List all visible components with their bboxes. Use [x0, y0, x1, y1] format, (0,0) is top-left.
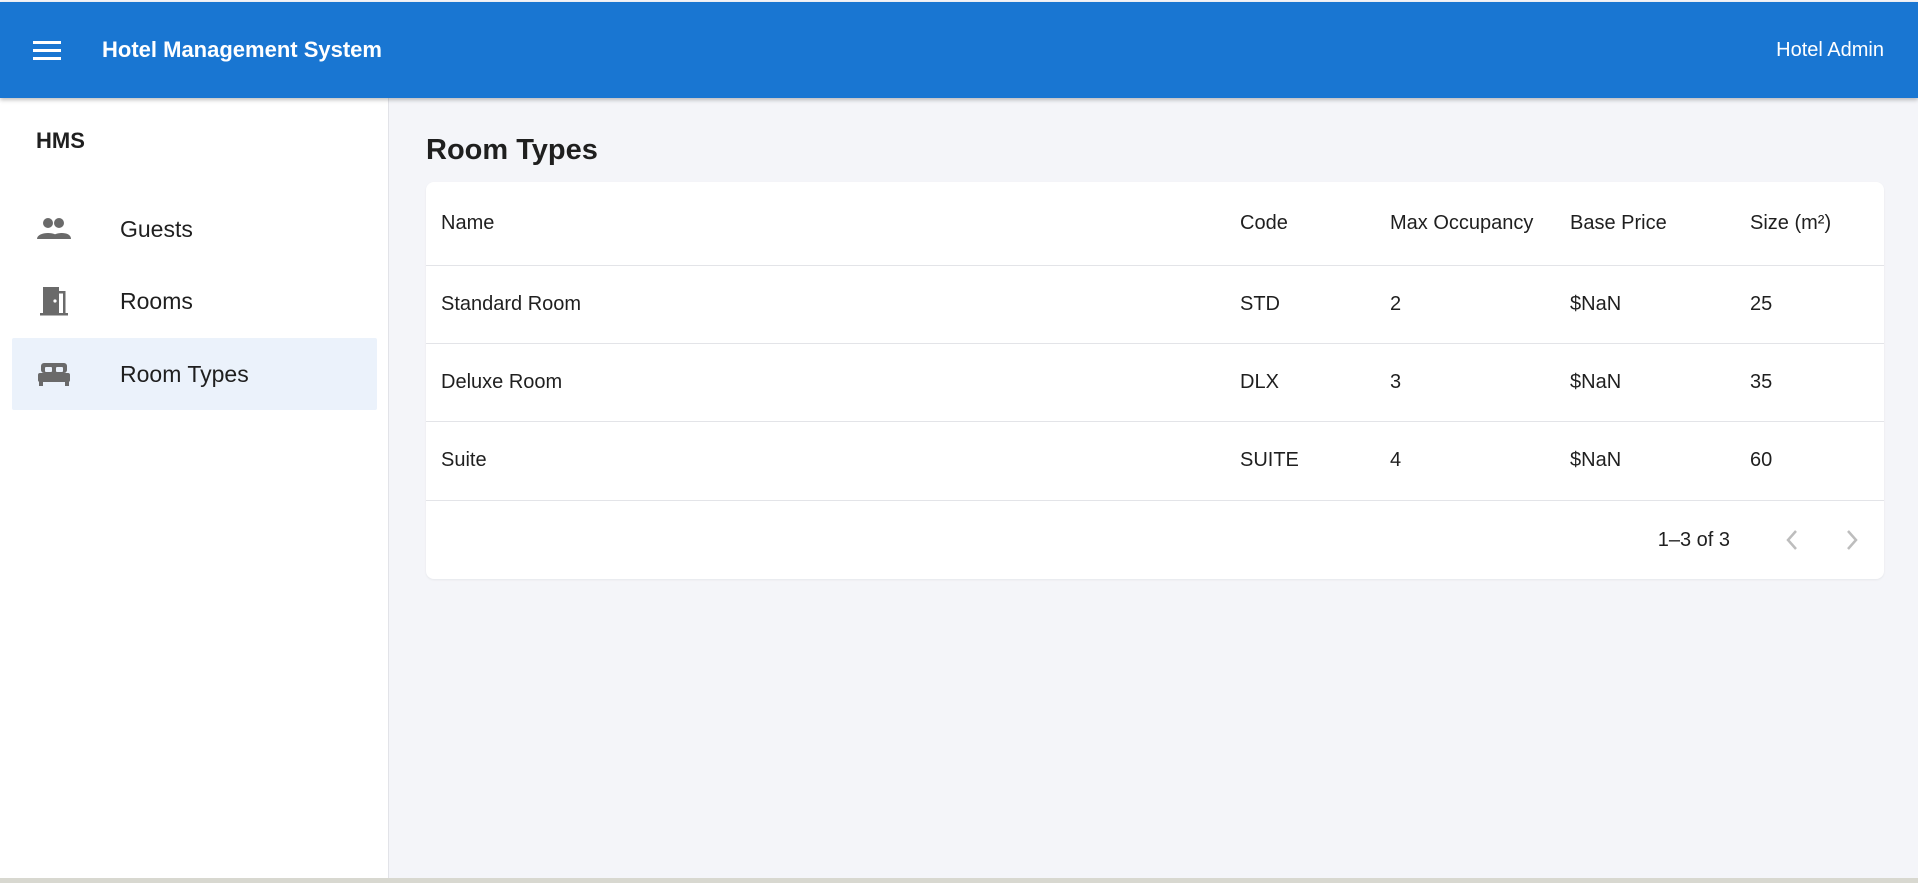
sidebar: HMS Guests Rooms Room Types [0, 98, 389, 878]
cell-base-price: $NaN [1570, 370, 1622, 393]
sidebar-item-room-types[interactable]: Room Types [12, 338, 377, 410]
pagination: 1–3 of 3 [426, 500, 1884, 579]
app-bar: Hotel Management System Hotel Admin [0, 2, 1918, 98]
cell-size: 60 [1750, 448, 1773, 471]
table-header-row: Name Code Max Occupancy Base Price Size … [426, 182, 1884, 265]
cell-size: 35 [1750, 370, 1773, 393]
user-label[interactable]: Hotel Admin [1776, 39, 1884, 62]
page-title: Room Types [426, 134, 598, 166]
cell-code: DLX [1240, 370, 1279, 393]
column-header-name[interactable]: Name [426, 182, 1225, 265]
table-row[interactable]: Deluxe Room DLX 3 $NaN 35 [426, 343, 1884, 421]
sidebar-item-rooms[interactable]: Rooms [12, 265, 377, 337]
prev-page-button[interactable] [1770, 518, 1814, 562]
pagination-range: 1–3 of 3 [1657, 528, 1730, 551]
sidebar-item-label: Guests [120, 215, 193, 242]
cell-max-occupancy: 4 [1390, 448, 1402, 471]
bed-icon [36, 356, 72, 392]
sidebar-item-label: Room Types [120, 360, 249, 387]
cell-size: 25 [1750, 292, 1773, 315]
column-header-size[interactable]: Size (m²) [1735, 182, 1884, 265]
column-header-code[interactable]: Code [1225, 182, 1375, 265]
table-row[interactable]: Suite SUITE 4 $NaN 60 [426, 421, 1884, 499]
room-types-table-card: Name Code Max Occupancy Base Price Size … [426, 182, 1884, 579]
column-header-max-occupancy[interactable]: Max Occupancy [1375, 182, 1555, 265]
cell-max-occupancy: 2 [1390, 292, 1402, 315]
window-bottom-edge [0, 878, 1918, 883]
app-title: Hotel Management System [102, 37, 382, 62]
chevron-right-icon [1847, 530, 1858, 550]
table-row[interactable]: Standard Room STD 2 $NaN 25 [426, 265, 1884, 343]
cell-name: Suite [441, 448, 487, 471]
room-types-table: Name Code Max Occupancy Base Price Size … [426, 182, 1884, 499]
cell-code: SUITE [1240, 448, 1299, 471]
sidebar-brand: HMS [36, 128, 85, 153]
cell-name: Standard Room [441, 292, 582, 315]
cell-base-price: $NaN [1570, 292, 1622, 315]
chevron-left-icon [1786, 530, 1797, 550]
sidebar-item-guests[interactable]: Guests [12, 193, 377, 265]
sidebar-item-label: Rooms [120, 287, 193, 314]
menu-button[interactable] [23, 26, 71, 74]
cell-code: STD [1240, 292, 1280, 315]
people-icon [36, 211, 72, 247]
cell-base-price: $NaN [1570, 448, 1622, 471]
cell-name: Deluxe Room [441, 370, 563, 393]
cell-max-occupancy: 3 [1390, 370, 1402, 393]
door-icon [36, 283, 72, 319]
main-content: Room Types Name Code Max Occupancy Base … [390, 98, 1918, 878]
column-header-base-price[interactable]: Base Price [1555, 182, 1735, 265]
menu-icon [33, 41, 61, 60]
next-page-button[interactable] [1830, 518, 1874, 562]
